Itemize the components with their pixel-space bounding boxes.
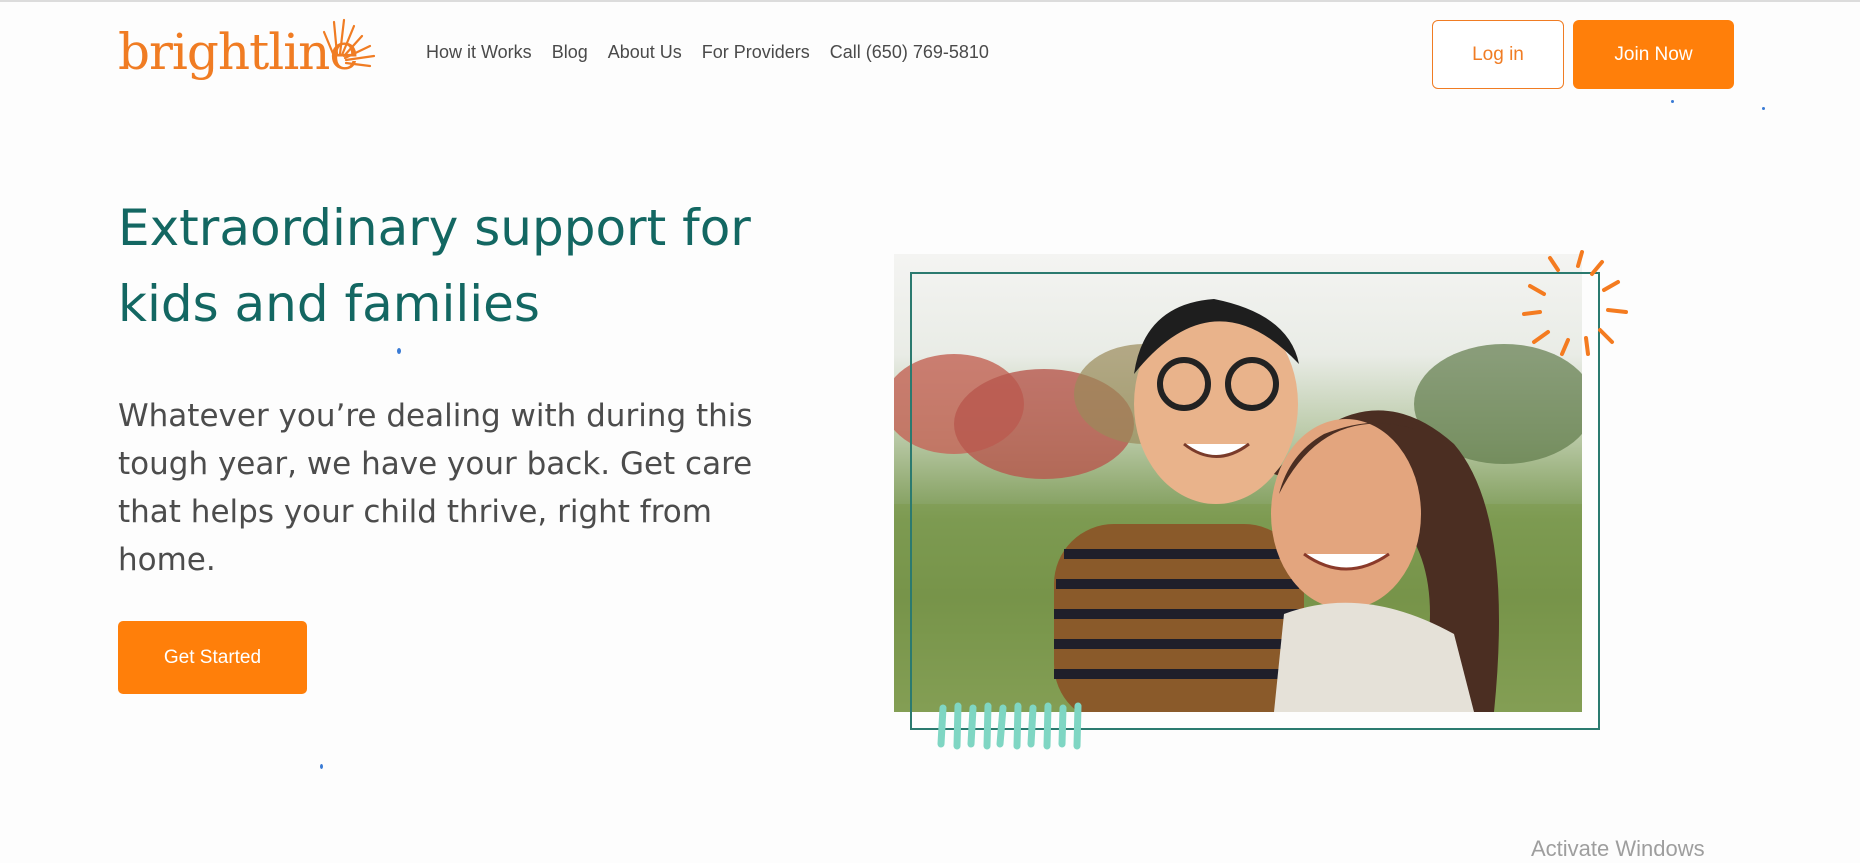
photo-frame	[910, 272, 1600, 730]
login-button[interactable]: Log in	[1432, 20, 1564, 89]
hero-heading: Extraordinary support for kids and famil…	[118, 190, 818, 342]
hero-heading-line1: Extraordinary support for	[118, 199, 751, 257]
hero-heading-line2: kids and families	[118, 275, 540, 333]
main-nav: How it Works Blog About Us For Providers…	[426, 42, 1009, 63]
sunburst-logo-icon	[322, 18, 376, 68]
brightline-logo[interactable]: brightline	[118, 16, 376, 86]
activate-windows-watermark: Activate Windows	[1531, 836, 1705, 861]
nav-for-providers[interactable]: For Providers	[702, 42, 810, 63]
nav-phone[interactable]: Call (650) 769-5810	[830, 42, 989, 63]
decor-dot	[1671, 100, 1674, 103]
decor-dot	[1762, 107, 1765, 110]
join-now-button[interactable]: Join Now	[1573, 20, 1734, 89]
nav-how-it-works[interactable]: How it Works	[426, 42, 532, 63]
decor-dot	[320, 764, 323, 769]
mint-ticks-icon	[937, 702, 1082, 750]
nav-about-us[interactable]: About Us	[608, 42, 682, 63]
nav-blog[interactable]: Blog	[552, 42, 588, 63]
hero-subtitle: Whatever you’re dealing with during this…	[118, 398, 753, 578]
decor-dot	[397, 348, 401, 354]
orange-burst-icon	[1522, 250, 1628, 356]
site-header: brightline How it Works Blog About Us Fo…	[0, 0, 1860, 110]
get-started-button[interactable]: Get Started	[118, 621, 307, 694]
